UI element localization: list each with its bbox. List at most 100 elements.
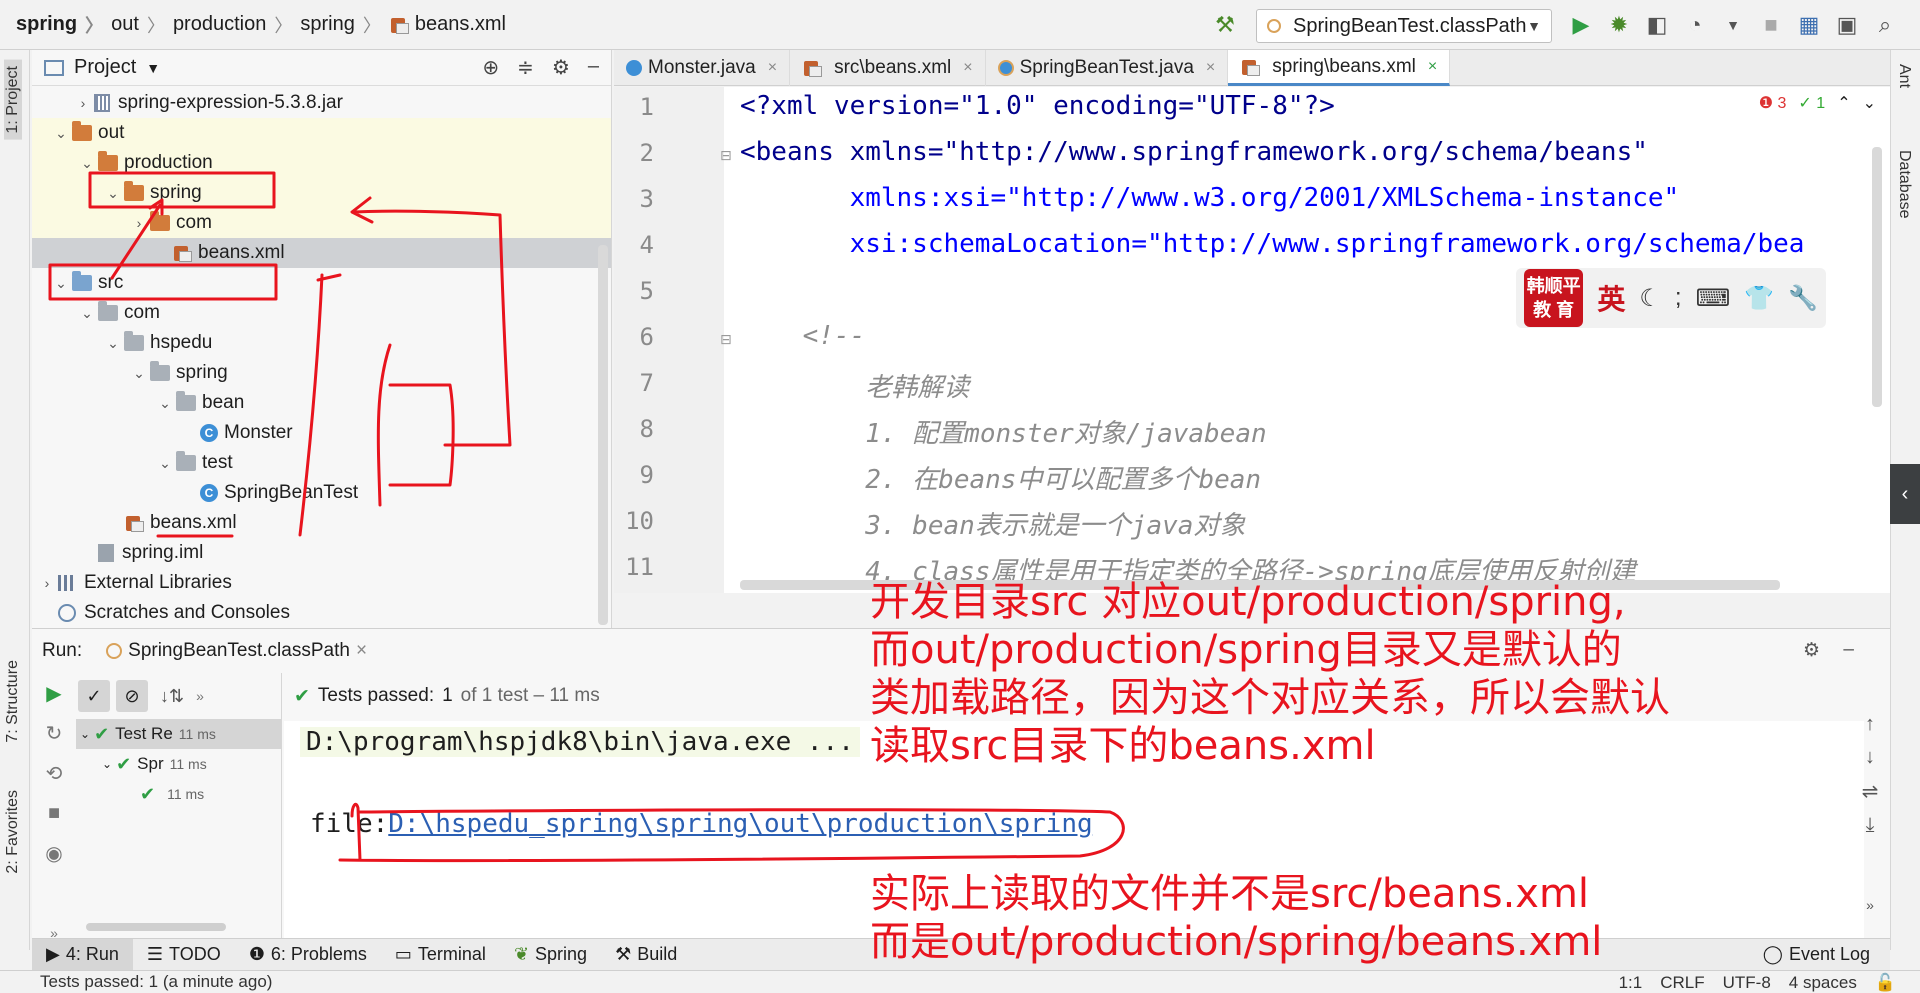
minimize-icon[interactable]: – — [588, 55, 599, 80]
run-configuration-select[interactable]: SpringBeanTest.classPath ▼ — [1256, 9, 1552, 43]
run-tab[interactable]: SpringBeanTest.classPath × — [90, 640, 367, 662]
close-icon[interactable]: × — [1428, 58, 1437, 76]
show-passed-icon[interactable]: ✓ — [78, 680, 110, 712]
event-log-button[interactable]: ◯ Event Log — [1763, 944, 1890, 965]
scroll-to-end-icon[interactable]: ⤓ — [1866, 814, 1875, 837]
tree-item[interactable]: ⌄ bean — [32, 388, 611, 418]
tree-item[interactable]: ⌄ hspedu — [32, 328, 611, 358]
tree-item[interactable]: › spring-expression-5.3.8.jar — [32, 88, 611, 118]
chevron-down-icon[interactable]: ⌄ — [76, 155, 98, 172]
tree-item[interactable]: C SpringBeanTest — [32, 478, 611, 508]
tree-item[interactable]: ⌄ com — [32, 298, 611, 328]
stop-icon[interactable]: ■ — [32, 793, 76, 833]
file-encoding[interactable]: UTF-8 — [1723, 973, 1771, 993]
soft-wrap-icon[interactable]: ⇌ — [1862, 779, 1879, 804]
lock-icon[interactable]: 🔓 — [1875, 973, 1896, 993]
tool-tab-ant[interactable]: Ant — [1895, 64, 1913, 88]
chevron-down-icon[interactable]: ⌄ — [154, 455, 176, 472]
tree-item[interactable]: beans.xml — [32, 238, 611, 268]
collapse-panel-button[interactable]: ‹ — [1890, 464, 1920, 524]
chevron-down-icon[interactable]: ⌄ — [154, 395, 176, 412]
sort-icon[interactable]: ↓⇅ — [154, 686, 190, 707]
toggle-window-icon[interactable]: ▣ — [1832, 10, 1862, 40]
tree-item[interactable]: C Monster — [32, 418, 611, 448]
arrow-up-icon[interactable]: ↑ — [1865, 713, 1875, 736]
chevron-down-icon[interactable]: ⌄ — [128, 365, 150, 382]
keyboard-icon[interactable]: ⌨ — [1696, 284, 1731, 313]
tool-tab-todo[interactable]: ☰ TODO — [133, 939, 235, 971]
tool-tab-structure[interactable]: 7: Structure — [4, 660, 22, 743]
chevron-down-icon[interactable]: ▼ — [1718, 10, 1748, 40]
editor-vertical-scrollbar[interactable] — [1872, 147, 1882, 407]
breadcrumb-item[interactable]: spring 〉 — [300, 12, 388, 38]
toggle-auto-test-icon[interactable]: ⟲ — [32, 753, 76, 793]
editor-tab-src-beans-xml[interactable]: src\beans.xml × — [790, 50, 986, 86]
test-tree-item[interactable]: ✔ 11 ms — [76, 779, 281, 809]
breadcrumb-item[interactable]: production 〉 — [173, 12, 300, 38]
code-editor[interactable]: 1 2 3 4 5 6 7 8 9 10 11 ⊟ ⊟ <?xml versio… — [614, 87, 1890, 593]
close-icon[interactable]: × — [768, 59, 777, 77]
breadcrumb-item[interactable]: out 〉 — [111, 12, 173, 38]
chevron-down-icon[interactable]: ⌄ — [50, 125, 72, 142]
project-structure-icon[interactable]: ▦ — [1794, 10, 1824, 40]
tree-item[interactable]: beans.xml — [32, 508, 611, 538]
locate-file-icon[interactable]: ⊕ — [482, 55, 499, 80]
tree-item[interactable]: spring.iml — [32, 538, 611, 568]
chevron-up-icon[interactable]: ⌃ — [1837, 93, 1850, 113]
tool-tab-spring[interactable]: ❦ Spring — [500, 939, 601, 971]
chevron-down-icon[interactable]: ⌄ — [76, 305, 98, 322]
project-panel-title[interactable]: Project — [74, 56, 136, 79]
tree-item[interactable]: ⌄ test — [32, 448, 611, 478]
coverage-icon[interactable]: ◧ — [1642, 10, 1672, 40]
tree-item[interactable]: ⌄ src — [32, 268, 611, 298]
wrench-icon[interactable]: 🔧 — [1788, 284, 1818, 313]
profile-icon[interactable]: ◔ — [1680, 10, 1710, 40]
tree-item[interactable]: ⌄ spring — [32, 358, 611, 388]
punctuation-icon[interactable]: ; — [1675, 284, 1682, 312]
screenshot-icon[interactable]: ◉ — [32, 833, 76, 873]
chevron-down-icon[interactable]: ⌄ — [50, 275, 72, 292]
debug-bug-icon[interactable]: ✹ — [1604, 10, 1634, 40]
test-tree-item[interactable]: ⌄ ✔ Spr 11 ms — [76, 749, 281, 779]
rerun-icon[interactable]: ▶ — [32, 673, 76, 713]
chevron-down-icon[interactable]: ⌄ — [102, 335, 124, 352]
more-icon[interactable]: » — [196, 688, 204, 704]
ime-language-toggle[interactable]: 英 — [1597, 278, 1625, 318]
fold-icon[interactable]: ⊟ — [720, 147, 732, 164]
stop-icon[interactable]: ■ — [1756, 10, 1786, 40]
close-icon[interactable]: × — [1206, 59, 1215, 77]
indent-setting[interactable]: 4 spaces — [1789, 973, 1857, 993]
skin-shirt-icon[interactable]: 👕 — [1744, 284, 1774, 313]
breadcrumb-item[interactable]: beans.xml — [389, 13, 506, 36]
caret-position[interactable]: 1:1 — [1619, 973, 1643, 993]
more-icon[interactable]: » — [1866, 897, 1874, 913]
gear-icon[interactable]: ⚙ — [1803, 639, 1820, 662]
tool-tab-favorites[interactable]: 2: Favorites — [4, 790, 22, 874]
inspection-widget[interactable]: ❶ 3 ✓ 1 ⌃ ⌄ — [1759, 93, 1876, 113]
tree-item[interactable]: ⌄ production — [32, 148, 611, 178]
chevron-down-icon[interactable]: ⌄ — [80, 727, 90, 741]
tool-tab-build[interactable]: ⚒ Build — [601, 939, 691, 971]
chevron-right-icon[interactable]: › — [128, 215, 150, 231]
line-separator[interactable]: CRLF — [1660, 973, 1704, 993]
chevron-right-icon[interactable]: › — [72, 95, 94, 111]
moon-icon[interactable]: ☾ — [1639, 284, 1661, 313]
project-scrollbar[interactable] — [598, 245, 608, 625]
console-file-link[interactable]: D:\hspedu_spring\spring\out\production\s… — [388, 809, 1092, 839]
chevron-down-icon[interactable]: ▼ — [146, 60, 160, 76]
close-icon[interactable]: × — [356, 640, 367, 662]
rerun-failed-icon[interactable]: ↻ — [32, 713, 76, 753]
build-hammer-icon[interactable]: ⚒ — [1210, 10, 1240, 40]
tree-item[interactable]: ⌄ out — [32, 118, 611, 148]
chevron-down-icon[interactable]: ⌄ — [102, 185, 124, 202]
tool-tab-run[interactable]: ▶ 4: Run — [32, 938, 133, 971]
tool-tab-problems[interactable]: ❶ 6: Problems — [235, 939, 381, 971]
minimize-icon[interactable]: – — [1843, 639, 1854, 661]
breadcrumb-item[interactable]: spring 〉 — [16, 12, 111, 38]
tool-tab-database[interactable]: Database — [1895, 150, 1913, 219]
tree-item[interactable]: ⌄ spring — [32, 178, 611, 208]
tool-tab-project[interactable]: 1: Project — [4, 60, 22, 140]
tree-item[interactable]: › com — [32, 208, 611, 238]
fold-icon[interactable]: ⊟ — [720, 331, 732, 348]
tool-tab-terminal[interactable]: ▭ Terminal — [381, 939, 500, 971]
